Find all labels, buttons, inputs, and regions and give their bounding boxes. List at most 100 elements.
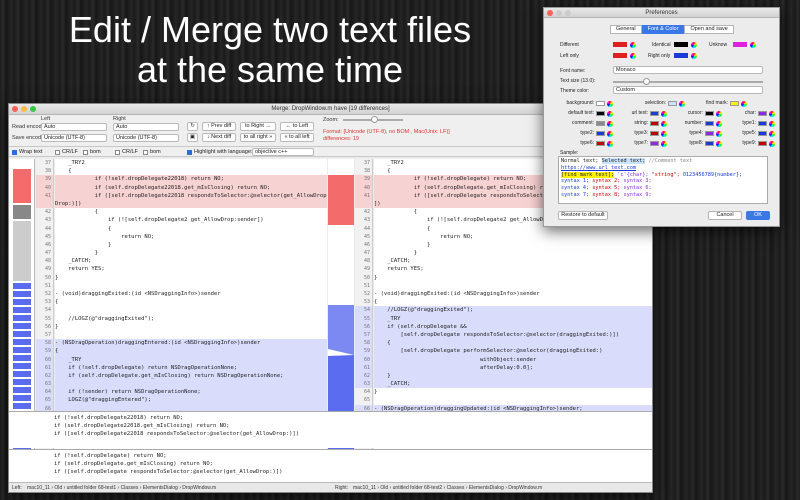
color-wheel-icon[interactable] bbox=[607, 131, 613, 137]
left-code-line[interactable]: - (NSDragOperation)draggingEntered:(id <… bbox=[55, 339, 327, 348]
right-code-line[interactable]: //LOGZ(@"draggingExited"); bbox=[374, 306, 652, 315]
left-code-line[interactable]: { bbox=[55, 298, 327, 306]
type2-color-swatch[interactable] bbox=[596, 131, 605, 136]
left-code-line[interactable]: { bbox=[55, 167, 327, 175]
left-save-encoding-select[interactable]: Unicode (UTF-8) bbox=[41, 134, 107, 142]
language-select[interactable]: objective c++ bbox=[252, 148, 314, 156]
left-bom-checkbox[interactable]: bom bbox=[83, 149, 101, 155]
right-code-line[interactable]: return YES; bbox=[374, 265, 652, 273]
color-wheel-icon[interactable] bbox=[607, 141, 613, 147]
color-wheel-icon[interactable] bbox=[661, 111, 667, 117]
right-code-line[interactable]: withObject:sender bbox=[374, 355, 652, 364]
reload-button[interactable]: ↻ bbox=[187, 122, 198, 131]
color-wheel-icon[interactable] bbox=[661, 131, 667, 137]
right-code-line[interactable]: } bbox=[374, 249, 652, 257]
type7-color-swatch[interactable] bbox=[650, 141, 659, 146]
left-code-line[interactable] bbox=[55, 282, 327, 290]
right-save-encoding-select[interactable]: Unicode (UTF-8) bbox=[113, 134, 179, 142]
left-code-line[interactable]: Drop:)]) bbox=[55, 199, 327, 209]
left-code-line[interactable]: { bbox=[55, 208, 327, 216]
left-code-line[interactable]: { bbox=[55, 225, 327, 233]
left-code-line[interactable]: if ([self.dropDelegate22018 respondsToSe… bbox=[55, 191, 327, 200]
find-mark-color-swatch[interactable] bbox=[730, 101, 739, 106]
text-size-slider[interactable] bbox=[613, 78, 763, 85]
different-color-wheel-icon[interactable] bbox=[630, 42, 636, 48]
left-only-color-wheel-icon[interactable] bbox=[630, 53, 636, 59]
color-wheel-icon[interactable] bbox=[679, 101, 685, 107]
right-crlf-checkbox[interactable]: CR/LF bbox=[115, 149, 138, 155]
theme-color-select[interactable]: Custom bbox=[613, 86, 763, 94]
type8-color-swatch[interactable] bbox=[705, 141, 714, 146]
left-code-line[interactable] bbox=[55, 380, 327, 389]
tab-general[interactable]: General bbox=[610, 25, 642, 34]
left-code-line[interactable]: return NO; bbox=[55, 233, 327, 241]
color-wheel-icon[interactable] bbox=[607, 121, 613, 127]
zoom-window-button[interactable] bbox=[30, 106, 36, 112]
selection-color-swatch[interactable] bbox=[668, 101, 677, 106]
tab-font-color[interactable]: Font & Color bbox=[641, 25, 685, 34]
highlight-checkbox[interactable]: Highlight with language: bbox=[187, 149, 252, 155]
left-code-line[interactable]: - (void)draggingExited:(id <NSDraggingIn… bbox=[55, 290, 327, 298]
right-code-line[interactable]: } bbox=[374, 371, 652, 381]
tab-open-save[interactable]: Open and save bbox=[684, 25, 734, 34]
color-wheel-icon[interactable] bbox=[769, 131, 775, 137]
left-code-line[interactable]: } bbox=[55, 274, 327, 282]
right-code-line[interactable]: [self.dropDelegate respondsToSelector:@s… bbox=[374, 330, 652, 340]
cancel-button[interactable]: Cancel bbox=[708, 211, 742, 220]
left-code-line[interactable]: if (!self.dropDelegate) return NSDragOpe… bbox=[55, 363, 327, 372]
right-code-line[interactable]: return NO; bbox=[374, 233, 652, 241]
ok-button[interactable]: OK bbox=[746, 211, 770, 220]
left-code-line[interactable]: } bbox=[55, 249, 327, 257]
close-window-button[interactable] bbox=[12, 106, 18, 112]
font-name-select[interactable]: Monaco bbox=[613, 66, 763, 74]
left-detail-panel[interactable]: if (!self.dropDelegate22018) return NO; i… bbox=[9, 411, 652, 448]
right-path[interactable]: mac10_11 › Old › untitled folder 68-test… bbox=[353, 483, 542, 492]
left-crlf-checkbox[interactable]: CR/LF bbox=[55, 149, 78, 155]
identical-color-wheel-icon[interactable] bbox=[691, 42, 697, 48]
right-code-line[interactable]: { bbox=[374, 298, 652, 306]
left-only-color-swatch[interactable] bbox=[613, 53, 627, 58]
number-color-swatch[interactable] bbox=[705, 121, 714, 126]
right-code-line[interactable]: _TRY bbox=[374, 314, 652, 323]
right-code-line[interactable]: _CATCH; bbox=[374, 257, 652, 265]
left-code-line[interactable]: if (!sender) return NSDragOperationNone; bbox=[55, 388, 327, 397]
left-code-line[interactable] bbox=[55, 331, 327, 339]
left-code-line[interactable]: if (!self.dropDelegate22018) return NO; bbox=[55, 175, 327, 184]
to-left-button[interactable]: ← to Left bbox=[280, 122, 314, 131]
identical-color-swatch[interactable] bbox=[674, 42, 688, 47]
unknown-color-swatch[interactable] bbox=[733, 42, 747, 47]
zoom-slider-knob[interactable] bbox=[371, 116, 378, 123]
type4-color-swatch[interactable] bbox=[705, 131, 714, 136]
right-code-line[interactable]: } bbox=[374, 241, 652, 249]
background-color-swatch[interactable] bbox=[596, 101, 605, 106]
comment-color-swatch[interactable] bbox=[596, 121, 605, 126]
left-read-encoding-select[interactable]: Auto bbox=[41, 123, 107, 131]
type5-color-swatch[interactable] bbox=[758, 131, 767, 136]
left-code-line[interactable]: } bbox=[55, 241, 327, 249]
right-only-color-swatch[interactable] bbox=[674, 53, 688, 58]
left-code-line[interactable]: _TRY bbox=[55, 355, 327, 364]
right-read-encoding-select[interactable]: Auto bbox=[113, 123, 179, 131]
color-wheel-icon[interactable] bbox=[769, 121, 775, 127]
left-code-line[interactable]: if (self.dropDelegate.get_mIsClosing) re… bbox=[55, 371, 327, 381]
color-wheel-icon[interactable] bbox=[741, 101, 747, 107]
right-code-line[interactable]: if (self.dropDelegate && bbox=[374, 322, 652, 331]
left-code-line[interactable]: _CATCH; bbox=[55, 257, 327, 265]
right-only-color-wheel-icon[interactable] bbox=[691, 53, 697, 59]
right-code-line[interactable]: - (void)draggingExited:(id <NSDraggingIn… bbox=[374, 290, 652, 298]
color-wheel-icon[interactable] bbox=[607, 111, 613, 117]
color-wheel-icon[interactable] bbox=[607, 101, 613, 107]
text-size-slider-knob[interactable] bbox=[643, 78, 650, 85]
color-wheel-icon[interactable] bbox=[661, 121, 667, 127]
left-code-line[interactable] bbox=[55, 306, 327, 314]
prefs-close-button[interactable] bbox=[547, 10, 553, 16]
wrap-text-checkbox[interactable]: Wrap text bbox=[12, 149, 42, 155]
type6-color-swatch[interactable] bbox=[596, 141, 605, 146]
right-code-line[interactable]: } bbox=[374, 388, 652, 396]
minimize-window-button[interactable] bbox=[21, 106, 27, 112]
string-color-swatch[interactable] bbox=[650, 121, 659, 126]
right-detail-panel[interactable]: if (!self.dropDelegate) return NO; if (se… bbox=[9, 449, 652, 484]
type9-color-swatch[interactable] bbox=[758, 141, 767, 146]
cursor-color-swatch[interactable] bbox=[705, 111, 714, 116]
unknown-color-wheel-icon[interactable] bbox=[750, 42, 756, 48]
